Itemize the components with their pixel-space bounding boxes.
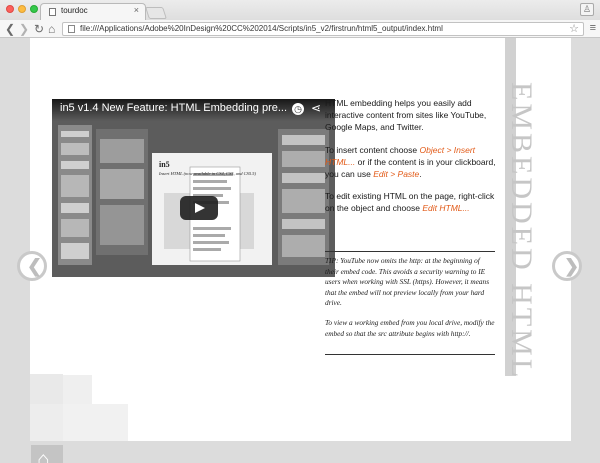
tab-close-icon[interactable]: × <box>134 5 139 15</box>
video-brand-text: in5 <box>159 160 170 169</box>
previous-page-button[interactable]: ❮ <box>17 251 47 281</box>
chevron-left-icon: ❮ <box>27 256 43 276</box>
minimize-window-button[interactable] <box>18 5 26 13</box>
intro-paragraph-3: To edit existing HTML on the page, right… <box>325 190 500 214</box>
watch-later-icon[interactable]: ◷ <box>292 103 304 115</box>
publication-page: in5 v1.4 New Feature: HTML Embedding pre… <box>30 38 571 441</box>
decorative-tile <box>63 404 128 441</box>
forward-icon[interactable]: ❯ <box>19 22 29 36</box>
new-tab-button[interactable] <box>145 7 167 19</box>
address-bar[interactable]: file:///Applications/Adobe%20InDesign%20… <box>62 22 584 36</box>
page-favicon-icon <box>49 8 56 16</box>
tab-title: tourdoc <box>61 6 88 15</box>
embedded-youtube-video[interactable]: in5 v1.4 New Feature: HTML Embedding pre… <box>52 99 335 277</box>
profile-icon[interactable]: ♙ <box>580 3 594 16</box>
decorative-tile <box>30 404 63 441</box>
page-icon <box>68 25 75 33</box>
side-title: EMBEDDED HTML <box>505 82 538 381</box>
edit-paste-menu-ref: Edit > Paste <box>373 169 420 180</box>
back-icon[interactable]: ❮ <box>5 22 15 36</box>
video-title-bar: in5 v1.4 New Feature: HTML Embedding pre… <box>52 99 335 121</box>
tip-paragraph-1: TIP: YouTube now omits the http: at the … <box>325 256 490 308</box>
chevron-right-icon: ❯ <box>564 256 580 276</box>
tip-paragraph-2: To view a working embed from you local d… <box>325 317 495 338</box>
window-titlebar: tourdoc × ♙ <box>0 0 600 20</box>
home-button[interactable]: ⌂ <box>31 445 63 463</box>
home-icon: ⌂ <box>37 448 50 463</box>
browser-menu-icon[interactable]: ≡ <box>590 22 596 34</box>
video-title[interactable]: in5 v1.4 New Feature: HTML Embedding pre… <box>60 102 287 114</box>
p2-text-c: . <box>419 169 422 180</box>
tip-box: TIP: YouTube now omits the http: at the … <box>325 251 495 355</box>
next-page-button[interactable]: ❯ <box>552 251 582 281</box>
browser-viewport: in5 v1.4 New Feature: HTML Embedding pre… <box>0 38 600 463</box>
bookmark-star-icon[interactable]: ☆ <box>569 22 579 35</box>
browser-toolbar: ❮ ❯ ↻ ⌂ file:///Applications/Adobe%20InD… <box>0 20 600 38</box>
share-icon[interactable]: ⋖ <box>311 101 321 115</box>
url-text[interactable]: file:///Applications/Adobe%20InDesign%20… <box>80 24 443 33</box>
video-thumbnail <box>52 99 335 277</box>
edit-html-menu-ref: Edit HTML... <box>422 203 470 214</box>
zoom-window-button[interactable] <box>30 5 38 13</box>
home-icon[interactable]: ⌂ <box>48 22 55 36</box>
intro-text: HTML embedding helps you easily add inte… <box>325 97 500 225</box>
browser-tab[interactable]: tourdoc × <box>40 3 146 20</box>
decorative-tile <box>63 375 92 404</box>
close-window-button[interactable] <box>6 5 14 13</box>
decorative-tile <box>30 374 63 404</box>
p2-text-a: To insert content choose <box>325 144 420 155</box>
intro-paragraph-2: To insert content choose Object > Insert… <box>325 144 500 181</box>
side-title-container: EMBEDDED HTML <box>505 38 566 380</box>
video-subtitle-text: Insert HTML (now available in CS4, CS5, … <box>159 171 257 176</box>
reload-icon[interactable]: ↻ <box>34 22 44 36</box>
play-icon[interactable] <box>180 196 218 220</box>
intro-paragraph-1: HTML embedding helps you easily add inte… <box>325 98 487 133</box>
